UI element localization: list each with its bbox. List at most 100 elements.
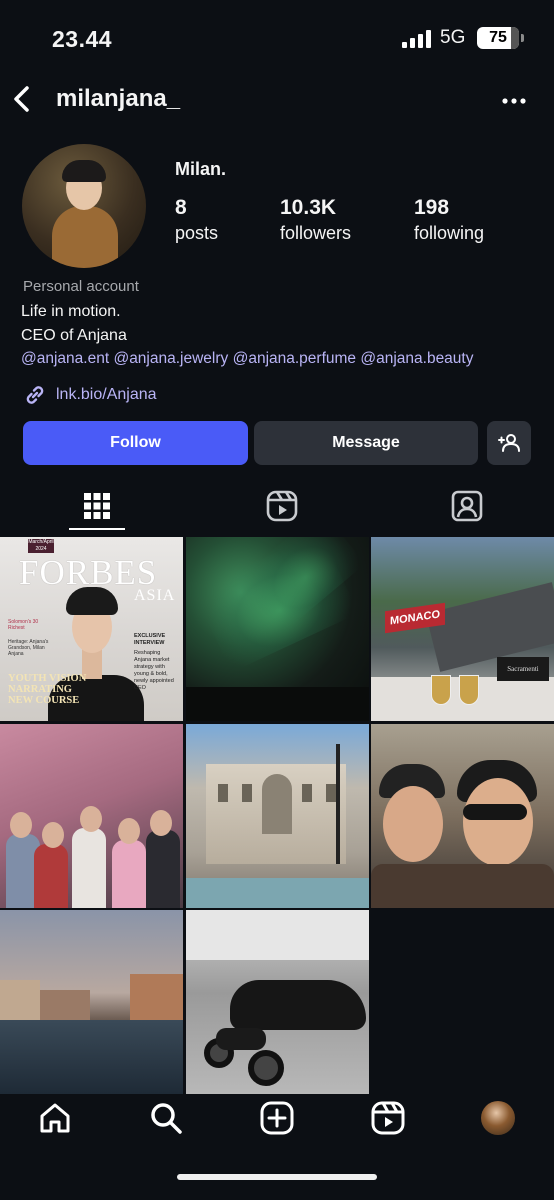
- network-label: 5G: [440, 27, 466, 48]
- account-type-label: Personal account: [23, 278, 139, 295]
- person-shirt: [112, 840, 146, 908]
- person-face: [463, 778, 533, 866]
- post-thumbnail-selfie[interactable]: [371, 724, 554, 908]
- home-icon: [40, 1103, 70, 1133]
- mention-link[interactable]: @anjana.perfume: [233, 350, 356, 367]
- cover-exclusive-label: EXCLUSIVE INTERVIEW: [134, 633, 166, 646]
- suggested-accounts-button[interactable]: [487, 421, 531, 465]
- cover-issue-date: March/April 2024: [28, 539, 54, 553]
- battery-empty-segment: [511, 27, 519, 49]
- tab-tagged[interactable]: [437, 484, 497, 528]
- mention-link[interactable]: @anjana.ent: [21, 350, 109, 367]
- nav-search[interactable]: [146, 1098, 186, 1138]
- tab-posts-grid[interactable]: [67, 484, 127, 528]
- stat-following-label: following: [414, 223, 485, 243]
- profile-tabs: [0, 484, 554, 530]
- person-face: [42, 822, 64, 848]
- bio-link[interactable]: lnk.bio/Anjana: [22, 382, 157, 408]
- search-icon: [151, 1103, 182, 1134]
- create-icon: [260, 1101, 294, 1135]
- cover-side-note: Solomon's 30 Richest: [8, 619, 39, 631]
- battery-level: 75: [489, 29, 507, 46]
- back-arrow-icon[interactable]: [10, 84, 34, 114]
- post-thumbnail-magazine-cover[interactable]: March/April 2024 FORBES ASIA Solomon's 3…: [0, 537, 183, 721]
- profile-avatar[interactable]: [22, 144, 146, 268]
- dark-grass: [186, 687, 369, 721]
- post-thumbnail-monaco[interactable]: MONACO Sacramenti: [371, 537, 554, 721]
- person-face: [150, 810, 172, 836]
- motorcycle-wheel: [248, 1050, 284, 1086]
- nav-reels[interactable]: [368, 1098, 408, 1138]
- cover-headline-line: NEW COURSE: [8, 695, 80, 706]
- post-thumbnail-venice[interactable]: [0, 910, 183, 1094]
- stat-posts[interactable]: 8 posts: [175, 196, 218, 244]
- wine-glass: [459, 675, 479, 705]
- status-time: 23.44: [52, 26, 113, 52]
- stat-posts-label: posts: [175, 223, 219, 243]
- stat-following[interactable]: 198 following: [414, 196, 484, 244]
- facade-window: [242, 784, 252, 802]
- person-face: [118, 818, 140, 844]
- central-niche: [262, 774, 292, 834]
- stat-followers-value: 10.3K: [280, 196, 337, 219]
- table-sign-text: Sacramenti: [507, 665, 539, 673]
- signal-icon: [402, 30, 431, 48]
- post-thumbnail-group-photo[interactable]: [0, 724, 183, 908]
- status-bar: 23.44 5G 75: [0, 22, 554, 58]
- message-button-label: Message: [332, 434, 400, 451]
- post-thumbnail-garage-car[interactable]: [186, 910, 369, 1094]
- nav-profile-avatar[interactable]: [481, 1101, 515, 1135]
- mention-link[interactable]: @anjana.jewelry: [113, 350, 228, 367]
- stat-followers-label: followers: [280, 223, 352, 243]
- motorcycle-body: [216, 1028, 266, 1050]
- post-thumbnail-aurora[interactable]: [186, 537, 369, 721]
- tagged-icon: [451, 490, 483, 522]
- follow-button[interactable]: Follow: [23, 421, 248, 465]
- bottom-navigation: [0, 1092, 554, 1146]
- add-person-icon: [498, 434, 520, 452]
- cover-side-caption: Heritage: Anjana's Grandson, Milan Anjan…: [8, 639, 49, 657]
- message-button[interactable]: Message: [254, 421, 478, 465]
- more-options-icon[interactable]: [500, 84, 528, 114]
- cover-headline-line: YOUTH VISION: [8, 673, 87, 684]
- sunglasses: [463, 804, 527, 820]
- avatar-figure-body: [52, 206, 118, 268]
- nav-home[interactable]: [35, 1098, 75, 1138]
- link-icon: [26, 386, 44, 404]
- battery-icon: 75: [477, 27, 524, 49]
- person-shirt: [34, 844, 68, 908]
- canal-water: [0, 1020, 183, 1094]
- reels-icon: [266, 490, 298, 522]
- person-face: [10, 812, 32, 838]
- bio-mentions: @anjana.ent @anjana.jewelry @anjana.perf…: [21, 350, 473, 368]
- bio-line-2: CEO of Anjana: [21, 327, 127, 344]
- tab-reels[interactable]: [252, 484, 312, 528]
- facade-window: [326, 784, 336, 802]
- profile-header: milanjana_: [0, 80, 554, 120]
- cover-headline: YOUTH VISION NARRATING NEW COURSE: [8, 673, 86, 706]
- grid-icon: [84, 493, 110, 519]
- facade-window: [302, 784, 312, 802]
- person-shirt: [146, 830, 180, 908]
- garage-ceiling: [186, 910, 369, 960]
- avatar-figure-hair: [62, 160, 106, 182]
- active-tab-indicator: [69, 528, 125, 530]
- table-sign: Sacramenti: [497, 657, 549, 681]
- sports-car: [230, 980, 366, 1030]
- display-name: Milan.: [175, 159, 227, 179]
- cover-exclusive-text: Reshaping Anjana market strategy with yo…: [134, 650, 174, 691]
- nav-create[interactable]: [257, 1098, 297, 1138]
- home-indicator: [177, 1174, 377, 1180]
- cover-headline-line: NARRATING: [8, 684, 72, 695]
- mention-link[interactable]: @anjana.beauty: [360, 350, 473, 367]
- person-shirt: [72, 828, 106, 908]
- post-thumbnail-fountain[interactable]: [186, 724, 369, 908]
- palace-facade: [206, 764, 346, 864]
- person-face: [383, 786, 443, 862]
- stat-followers[interactable]: 10.3K followers: [280, 196, 351, 244]
- bio-line-1: Life in motion.: [21, 303, 121, 320]
- reels-icon: [371, 1101, 405, 1135]
- stat-following-value: 198: [414, 196, 450, 219]
- follow-button-label: Follow: [110, 434, 161, 451]
- person-face: [80, 806, 102, 832]
